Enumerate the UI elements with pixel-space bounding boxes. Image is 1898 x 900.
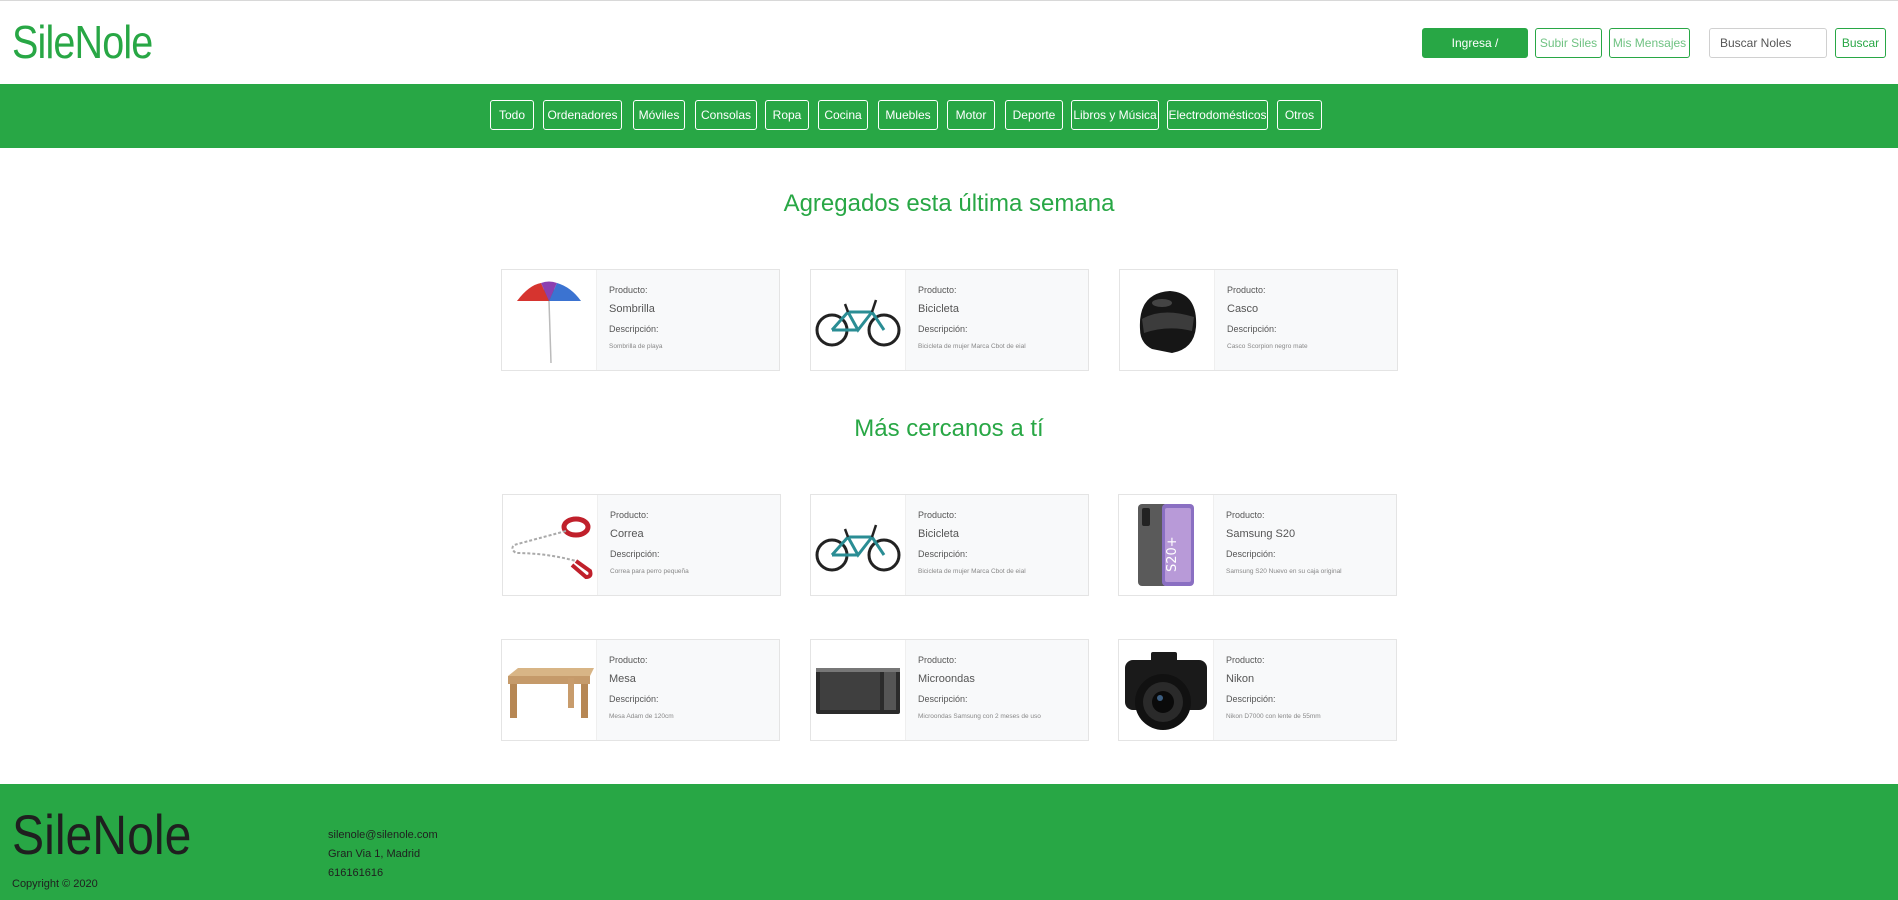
- product-label: Producto:: [1227, 285, 1266, 295]
- product-label: Producto:: [918, 510, 957, 520]
- login-register-button[interactable]: Ingresa / Registrate: [1422, 28, 1528, 78]
- description-label: Descripción:: [1226, 549, 1276, 559]
- product-name: Samsung S20: [1226, 528, 1296, 540]
- product-image: [811, 270, 906, 370]
- product-description: Nikon D7000 con lente de 55mm: [1226, 713, 1321, 720]
- product-name: Bicicleta: [918, 303, 959, 315]
- category-ordenadores[interactable]: Ordenadores: [543, 100, 622, 130]
- footer-address: Gran Via 1, Madrid: [328, 848, 421, 860]
- product-description: Samsung S20 Nuevo en su caja original: [1226, 568, 1342, 575]
- product-image: [811, 640, 906, 740]
- product-description: Mesa Adam de 120cm: [609, 713, 674, 720]
- description-label: Descripción:: [609, 324, 659, 334]
- product-card[interactable]: Producto: Microondas Descripción: Microo…: [810, 639, 1089, 741]
- camera-icon: [1125, 652, 1207, 730]
- product-name: Mesa: [609, 673, 636, 685]
- leash-icon: [511, 516, 593, 580]
- product-name: Bicicleta: [918, 528, 959, 540]
- product-image: S20+: [1119, 495, 1214, 595]
- copyright-text: Copyright © 2020: [12, 878, 98, 890]
- my-messages-button[interactable]: Mis Mensajes: [1609, 28, 1690, 58]
- description-label: Descripción:: [1226, 694, 1276, 704]
- footer-email[interactable]: silenole@silenole.com: [328, 826, 438, 845]
- product-image: [1120, 270, 1215, 370]
- product-label: Producto:: [609, 285, 648, 295]
- product-description: Casco Scorpion negro mate: [1227, 343, 1308, 350]
- product-label: Producto:: [918, 285, 957, 295]
- product-card[interactable]: Producto: Casco Descripción: Casco Scorp…: [1119, 269, 1398, 371]
- product-name: Casco: [1227, 303, 1259, 315]
- product-label: Producto:: [918, 655, 957, 665]
- brand-logo[interactable]: SileNole: [12, 15, 153, 69]
- product-label: Producto:: [1226, 655, 1265, 665]
- product-name: Microondas: [918, 673, 975, 685]
- search-input[interactable]: [1709, 28, 1827, 58]
- product-image: [502, 270, 597, 370]
- category-muebles[interactable]: Muebles: [878, 100, 938, 130]
- product-card[interactable]: Producto: Sombrilla Descripción: Sombril…: [501, 269, 780, 371]
- footer-brand: SileNole: [12, 803, 192, 866]
- description-label: Descripción:: [918, 694, 968, 704]
- contact-info: silenole@silenole.com Gran Via 1, Madrid…: [328, 826, 438, 883]
- upload-siles-button[interactable]: Subir Siles: [1535, 28, 1602, 58]
- product-description: Bicicleta de mujer Marca Cbot de eial: [918, 568, 1026, 575]
- bicycle-icon: [815, 299, 901, 347]
- product-name: Correa: [610, 528, 644, 540]
- product-image: [1119, 640, 1214, 740]
- category-consolas[interactable]: Consolas: [695, 100, 757, 130]
- page-footer: SileNole Copyright © 2020 silenole@silen…: [0, 784, 1898, 900]
- description-label: Descripción:: [1227, 324, 1277, 334]
- search-button[interactable]: Buscar: [1835, 28, 1886, 58]
- microwave-icon: [816, 668, 900, 714]
- category-ropa[interactable]: Ropa: [765, 100, 809, 130]
- description-label: Descripción:: [609, 694, 659, 704]
- nearby-section-title: Más cercanos a tí: [854, 415, 1044, 442]
- product-description: Correa para perro pequeña: [610, 568, 689, 575]
- helmet-icon: [1139, 291, 1197, 353]
- product-description: Sombrilla de playa: [609, 343, 663, 350]
- product-card[interactable]: S20+ Producto: Samsung S20 Descripción: …: [1118, 494, 1397, 596]
- footer-phone: 616161616: [328, 867, 384, 879]
- product-name: Nikon: [1226, 673, 1255, 685]
- category-libros-musica[interactable]: Libros y Música: [1071, 100, 1159, 130]
- phone-icon: S20+: [1138, 504, 1194, 586]
- description-label: Descripción:: [610, 549, 660, 559]
- category-moviles[interactable]: Móviles: [633, 100, 685, 130]
- latest-section-title: Agregados esta última semana: [783, 190, 1115, 217]
- category-motor[interactable]: Motor: [947, 100, 995, 130]
- product-card[interactable]: Producto: Nikon Descripción: Nikon D7000…: [1118, 639, 1397, 741]
- table-icon: [508, 668, 594, 718]
- svg-text:S20+: S20+: [1165, 536, 1180, 572]
- product-card[interactable]: Producto: Correa Descripción: Correa par…: [502, 494, 781, 596]
- product-description: Bicicleta de mujer Marca Cbot de eial: [918, 343, 1026, 350]
- description-label: Descripción:: [918, 324, 968, 334]
- category-otros[interactable]: Otros: [1277, 100, 1322, 130]
- product-label: Producto:: [1226, 510, 1265, 520]
- product-description: Microondas Samsung con 2 meses de uso: [918, 713, 1041, 720]
- product-label: Producto:: [610, 510, 649, 520]
- product-image: [503, 495, 598, 595]
- product-card[interactable]: Producto: Mesa Descripción: Mesa Adam de…: [501, 639, 780, 741]
- category-todo[interactable]: Todo: [490, 100, 534, 130]
- category-nav: Todo Ordenadores Móviles Consolas Ropa C…: [0, 84, 1898, 148]
- category-deporte[interactable]: Deporte: [1005, 100, 1063, 130]
- top-header: SileNole Ingresa / Registrate Subir Sile…: [0, 0, 1898, 84]
- description-label: Descripción:: [918, 549, 968, 559]
- product-card[interactable]: Producto: Bicicleta Descripción: Bicicle…: [810, 269, 1089, 371]
- category-electrodomesticos[interactable]: Electrodomésticos: [1167, 100, 1268, 130]
- product-image: [811, 495, 906, 595]
- product-name: Sombrilla: [609, 303, 655, 315]
- product-image: [502, 640, 597, 740]
- bicycle-icon: [815, 524, 901, 572]
- category-cocina[interactable]: Cocina: [818, 100, 868, 130]
- product-card[interactable]: Producto: Bicicleta Descripción: Bicicle…: [810, 494, 1089, 596]
- umbrella-icon: [517, 281, 581, 364]
- product-label: Producto:: [609, 655, 648, 665]
